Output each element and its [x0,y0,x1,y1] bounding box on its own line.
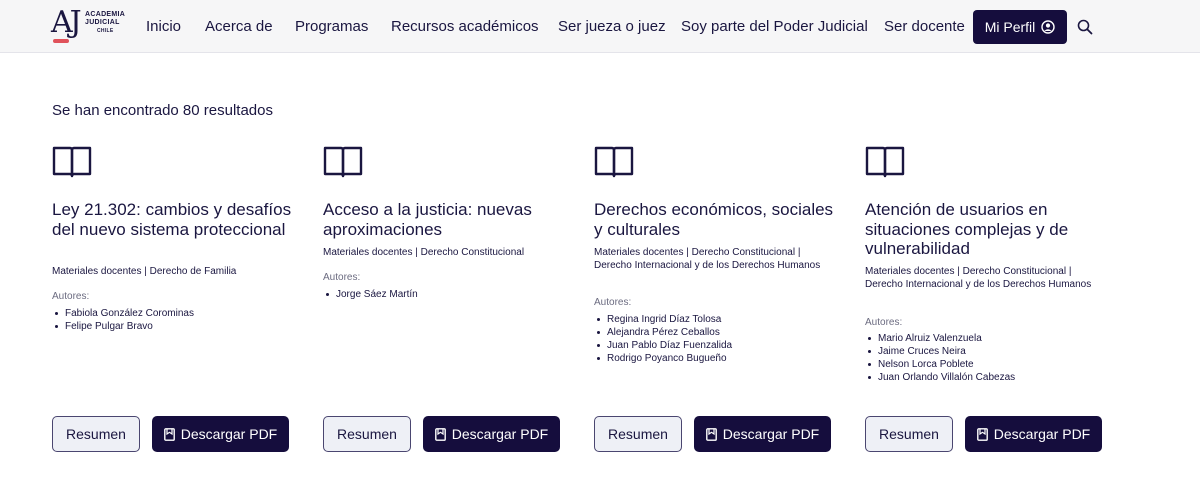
logo-initials: AJ [51,5,82,40]
download-pdf-label: Descargar PDF [451,426,549,442]
resource-card: Acceso a la justicia: nuevas aproximacio… [323,144,563,464]
nav-item-ser-jueza-o-juez[interactable]: Ser jueza o juez [558,18,666,35]
author-item: Rodrigo Poyanco Bugueño [596,352,732,365]
download-pdf-button[interactable]: Descargar PDF [694,416,831,452]
author-item: Juan Pablo Díaz Fuenzalida [596,340,733,351]
author-item: Felipe Pulgar Bravo [55,320,194,333]
nav-item-inicio[interactable]: Inicio [146,18,181,35]
author-item: Jorge Sáez Martín [326,289,418,300]
authors-label: Autores: [52,291,90,302]
authors-list: Jorge Sáez Martín [326,288,418,301]
pdf-bookmark-icon [976,427,988,441]
logo-line-2: JUDICIAL [85,19,120,26]
nav-item-programas[interactable]: Programas [295,18,368,35]
nav-item-acerca-de[interactable]: Acerca de [205,18,273,35]
search-icon[interactable] [1077,19,1093,35]
user-icon [1041,20,1055,34]
book-icon [594,146,634,178]
card-categories: Materiales docentes | Derecho Constituci… [594,247,821,271]
summary-button[interactable]: Resumen [52,416,140,452]
card-title[interactable]: Ley 21.302: cambios y desafíos del nuevo… [52,200,292,239]
book-icon [52,146,92,178]
authors-list: Mario Alruiz Valenzuela Jaime Cruces Nei… [867,332,1016,384]
card-categories: Materiales docentes | Derecho Constituci… [323,247,525,258]
download-pdf-label: Descargar PDF [722,426,820,442]
download-pdf-button[interactable]: Descargar PDF [423,416,560,452]
author-item: Jaime Cruces Neira [867,345,1015,358]
author-item: Alejandra Pérez Ceballos [596,326,732,339]
card-title[interactable]: Derechos económicos, sociales y cultural… [594,200,834,239]
resource-card: Ley 21.302: cambios y desafíos del nuevo… [52,144,292,464]
download-pdf-button[interactable]: Descargar PDF [152,416,289,452]
profile-button-label: Mi Perfil [984,19,1036,35]
nav-item-ser-docente[interactable]: Ser docente [884,18,965,35]
author-item: Mario Alruiz Valenzuela [867,332,1015,345]
authors-list: Regina Ingrid Díaz Tolosa Alejandra Pére… [596,313,733,365]
book-icon [323,146,363,178]
nav-item-poder-judicial[interactable]: Soy parte del Poder Judicial [681,18,868,35]
card-categories: Materiales docentes | Derecho de Familia [52,266,237,277]
book-icon [865,146,905,178]
logo-accent-bar [53,39,69,43]
resource-card: Derechos económicos, sociales y cultural… [594,144,834,464]
logo-line-3: CHILE [97,28,114,34]
download-pdf-button[interactable]: Descargar PDF [965,416,1102,452]
pdf-bookmark-icon [705,427,717,441]
download-pdf-label: Descargar PDF [180,426,278,442]
pdf-bookmark-icon [163,427,175,441]
author-item: Juan Orlando Villalón Cabezas [867,372,1016,383]
authors-label: Autores: [594,297,632,308]
authors-label: Autores: [865,317,903,328]
summary-button[interactable]: Resumen [323,416,411,452]
results-count: Se han encontrado 80 resultados [52,102,273,119]
authors-list: Fabiola González Corominas Felipe Pulgar… [55,307,194,333]
author-item: Nelson Lorca Poblete [867,358,1015,371]
nav-item-recursos-academicos[interactable]: Recursos académicos [391,18,539,35]
card-categories: Materiales docentes | Derecho Constituci… [865,266,1092,290]
authors-label: Autores: [323,272,361,283]
summary-button[interactable]: Resumen [865,416,953,452]
author-item: Fabiola González Corominas [55,308,194,319]
card-title[interactable]: Acceso a la justicia: nuevas aproximacio… [323,200,563,239]
summary-button[interactable]: Resumen [594,416,682,452]
top-navigation-bar: AJ ACADEMIA JUDICIAL CHILE Inicio Acerca… [0,0,1200,53]
resource-card: Atención de usuarios en situaciones comp… [865,144,1105,464]
logo-line-1: ACADEMIA [85,11,126,18]
logo-text: ACADEMIA JUDICIAL CHILE [85,11,125,35]
academia-judicial-logo[interactable]: AJ ACADEMIA JUDICIAL CHILE [51,5,131,45]
card-title[interactable]: Atención de usuarios en situaciones comp… [865,200,1105,259]
author-item: Regina Ingrid Díaz Tolosa [596,313,732,326]
download-pdf-label: Descargar PDF [993,426,1091,442]
pdf-bookmark-icon [434,427,446,441]
profile-button[interactable]: Mi Perfil [973,10,1067,44]
